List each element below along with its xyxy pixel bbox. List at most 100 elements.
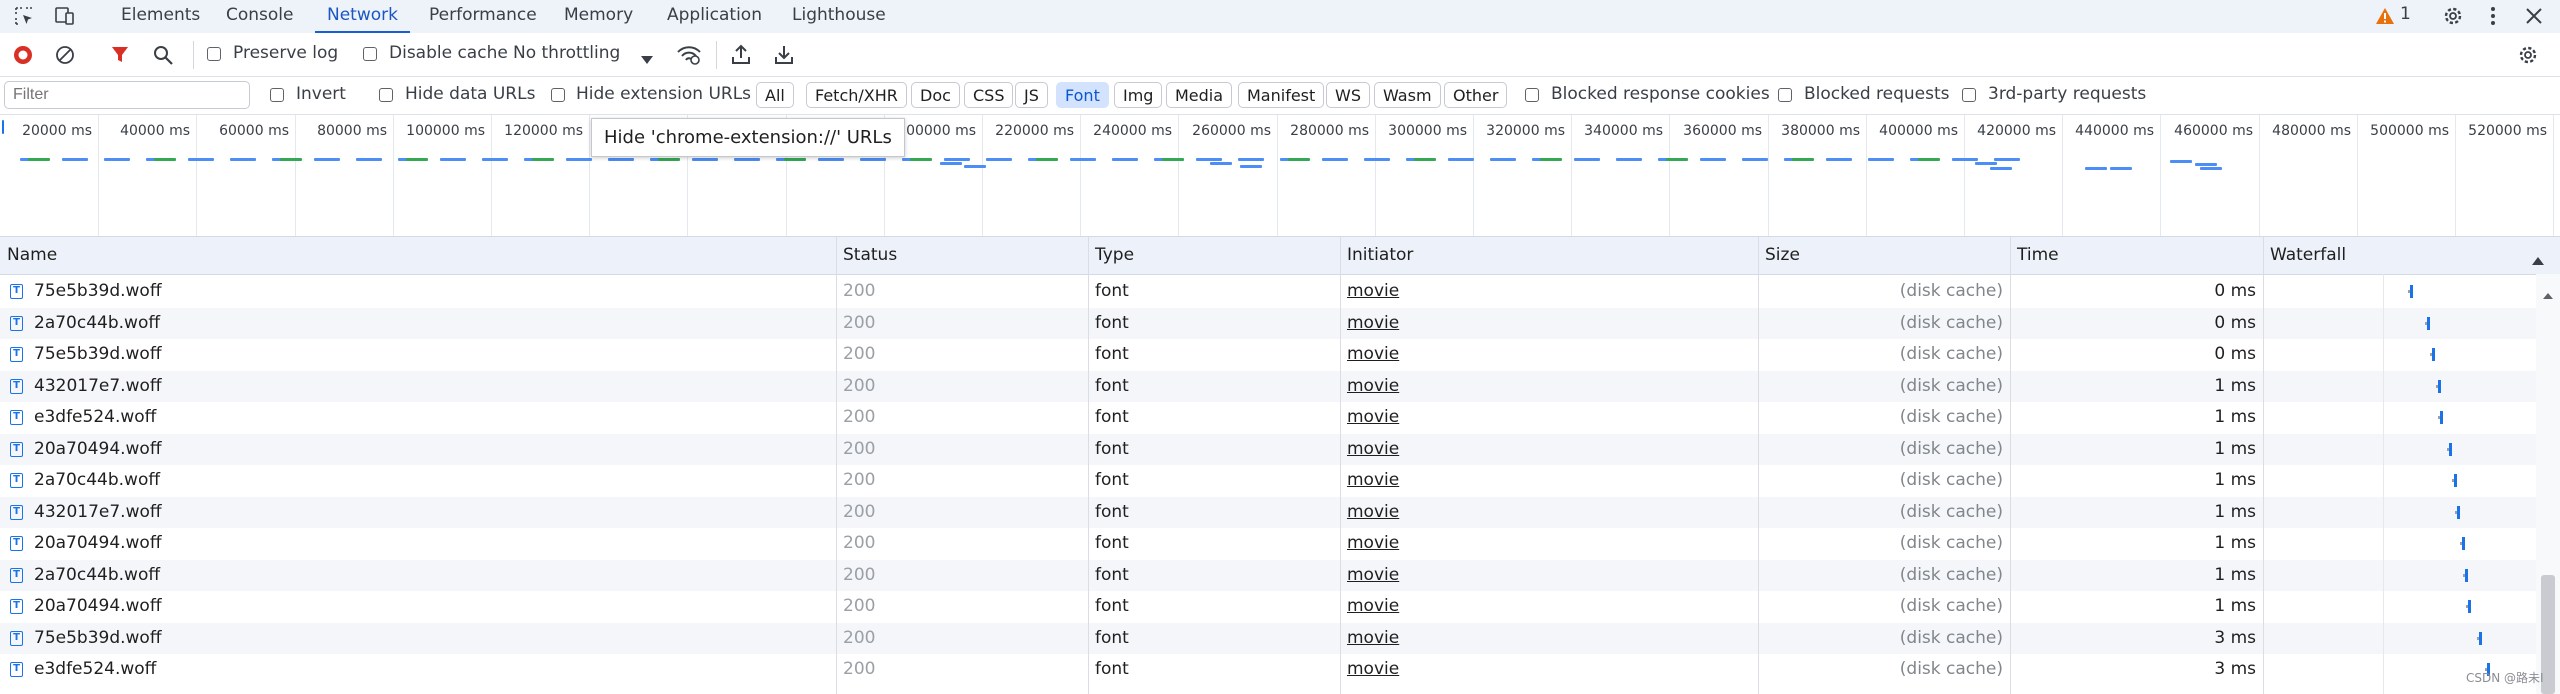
filter-type-wasm[interactable]: Wasm (1374, 82, 1441, 108)
throttling-select[interactable]: No throttling (513, 43, 620, 63)
blocked-requests-label[interactable]: Blocked requests (1804, 84, 1950, 104)
warning-count[interactable]: 1 (2400, 4, 2411, 24)
filter-type-fetch-xhr[interactable]: Fetch/XHR (806, 82, 907, 108)
request-initiator-link[interactable]: movie (1347, 339, 1399, 371)
request-initiator-link[interactable]: movie (1347, 434, 1399, 466)
invert-checkbox[interactable] (270, 88, 284, 102)
blocked-response-cookies-checkbox[interactable] (1525, 88, 1539, 102)
column-header-time[interactable]: Time (2010, 237, 2263, 274)
hide-data-urls-checkbox[interactable] (379, 88, 393, 102)
column-header-type[interactable]: Type (1088, 237, 1340, 274)
filter-type-all[interactable]: All (756, 82, 794, 108)
network-settings-icon[interactable] (2517, 44, 2539, 66)
filter-type-manifest[interactable]: Manifest (1238, 82, 1325, 108)
column-separator[interactable] (1088, 237, 1089, 694)
table-row[interactable]: T 2a70c44b.woff 200 font movie (disk cache) 1 … (0, 465, 2536, 497)
filter-type-ws[interactable]: WS (1326, 82, 1370, 108)
filter-type-css[interactable]: CSS (964, 82, 1014, 108)
table-row[interactable]: Te3dfe524.woff 200 font movie (disk cache) 1 … (0, 402, 2536, 434)
table-row[interactable]: T 75e5b39d.woff 200 font movie (disk cache) 0 … (0, 276, 2536, 308)
request-initiator-link[interactable]: movie (1347, 560, 1399, 592)
table-row[interactable]: T 75e5b39d.woff 200 font movie (disk cache) 0 … (0, 339, 2536, 371)
table-row[interactable]: T 2a70c44b.woff 200 font movie (disk cache) 1 … (0, 559, 2536, 592)
request-name[interactable]: 20a70494.woff (34, 591, 162, 623)
hide-data-urls-label[interactable]: Hide data URLs (405, 84, 535, 104)
request-name[interactable]: e3dfe524.woff (34, 402, 156, 434)
preserve-log-label[interactable]: Preserve log (233, 43, 338, 63)
table-row[interactable]: T 20a70494.woff 200 font movie (disk cache) 1 … (0, 528, 2536, 560)
filter-type-js[interactable]: JS (1015, 82, 1048, 108)
table-row[interactable]: T 432017e7.woff 200 font movie (disk cache) 1 … (0, 496, 2536, 529)
table-row[interactable]: Te3dfe524.woff 200 font movie (disk cache) 3 … (0, 654, 2536, 686)
hide-extension-urls-label[interactable]: Hide extension URLs (576, 84, 751, 104)
filter-type-other[interactable]: Other (1444, 82, 1508, 108)
column-header-size[interactable]: Size (1758, 237, 2010, 274)
sort-ascending-icon[interactable] (2532, 251, 2544, 265)
network-overview[interactable]: 20000 ms 40000 ms 60000 ms 80000 ms 100000 m… (0, 115, 2560, 237)
request-initiator-link[interactable]: movie (1347, 497, 1399, 529)
tab-elements[interactable]: Elements (121, 0, 200, 33)
settings-icon[interactable] (2442, 5, 2464, 27)
request-initiator-link[interactable]: movie (1347, 654, 1399, 686)
third-party-requests-checkbox[interactable] (1962, 88, 1976, 102)
request-name[interactable]: 75e5b39d.woff (34, 276, 162, 308)
warning-icon[interactable] (2375, 7, 2395, 25)
request-initiator-link[interactable]: movie (1347, 276, 1399, 308)
inspect-element-icon[interactable] (14, 6, 34, 26)
request-name[interactable]: 432017e7.woff (34, 497, 162, 529)
column-header-waterfall[interactable]: Waterfall (2263, 237, 2536, 274)
table-row[interactable]: T 20a70494.woff 200 font movie (disk cache) 1 … (0, 433, 2536, 466)
search-icon[interactable] (152, 44, 174, 66)
table-row[interactable]: T 20a70494.woff 200 font movie (disk cache) 1 … (0, 591, 2536, 623)
tab-console[interactable]: Console (226, 0, 294, 33)
network-conditions-icon[interactable] (676, 43, 702, 67)
request-name[interactable]: 2a70c44b.woff (34, 465, 160, 497)
request-initiator-link[interactable]: movie (1347, 308, 1399, 340)
column-separator[interactable] (836, 237, 837, 694)
tab-application[interactable]: Application (667, 0, 762, 33)
hide-extension-urls-checkbox[interactable] (551, 88, 565, 102)
request-initiator-link[interactable]: movie (1347, 591, 1399, 623)
column-separator[interactable] (2383, 274, 2384, 694)
blocked-requests-checkbox[interactable] (1778, 88, 1792, 102)
request-name[interactable]: 20a70494.woff (34, 528, 162, 560)
request-initiator-link[interactable]: movie (1347, 465, 1399, 497)
device-toolbar-icon[interactable] (54, 6, 76, 26)
column-separator[interactable] (1758, 237, 1759, 694)
request-name[interactable]: 2a70c44b.woff (34, 560, 160, 592)
tab-memory[interactable]: Memory (564, 0, 633, 33)
table-row[interactable]: T 75e5b39d.woff 200 font movie (disk cache) 3 … (0, 622, 2536, 655)
table-row[interactable]: T 2a70c44b.woff 200 font movie (disk cache) 0 … (0, 307, 2536, 340)
request-initiator-link[interactable]: movie (1347, 402, 1399, 434)
filter-type-img[interactable]: Img (1114, 82, 1163, 108)
filter-type-font[interactable]: Font (1056, 82, 1109, 108)
close-icon[interactable] (2524, 6, 2544, 26)
request-initiator-link[interactable]: movie (1347, 528, 1399, 560)
filter-type-media[interactable]: Media (1166, 82, 1233, 108)
filter-type-doc[interactable]: Doc (911, 82, 960, 108)
export-har-icon[interactable] (774, 43, 794, 65)
import-har-icon[interactable] (731, 43, 751, 65)
request-initiator-link[interactable]: movie (1347, 623, 1399, 655)
clear-icon[interactable] (55, 45, 75, 65)
request-initiator-link[interactable]: movie (1347, 371, 1399, 403)
more-options-icon[interactable] (2489, 5, 2497, 27)
invert-label[interactable]: Invert (296, 84, 346, 104)
request-name[interactable]: e3dfe524.woff (34, 654, 156, 686)
preserve-log-checkbox[interactable] (207, 47, 221, 61)
third-party-requests-label[interactable]: 3rd-party requests (1988, 84, 2146, 104)
table-row[interactable]: T 432017e7.woff 200 font movie (disk cache) 1 … (0, 370, 2536, 403)
column-header-status[interactable]: Status (836, 237, 1088, 274)
record-icon[interactable] (13, 45, 33, 65)
blocked-response-cookies-label[interactable]: Blocked response cookies (1551, 84, 1770, 104)
request-name[interactable]: 432017e7.woff (34, 371, 162, 403)
scroll-up-icon[interactable] (2543, 285, 2553, 299)
column-separator[interactable] (2263, 237, 2264, 694)
tab-network[interactable]: Network (315, 0, 410, 34)
column-header-initiator[interactable]: Initiator (1340, 237, 1758, 274)
disable-cache-checkbox[interactable] (363, 47, 377, 61)
chevron-down-icon[interactable] (641, 50, 653, 64)
tab-performance[interactable]: Performance (429, 0, 537, 33)
column-header-name[interactable]: Name (0, 237, 836, 274)
disable-cache-label[interactable]: Disable cache (389, 43, 508, 63)
